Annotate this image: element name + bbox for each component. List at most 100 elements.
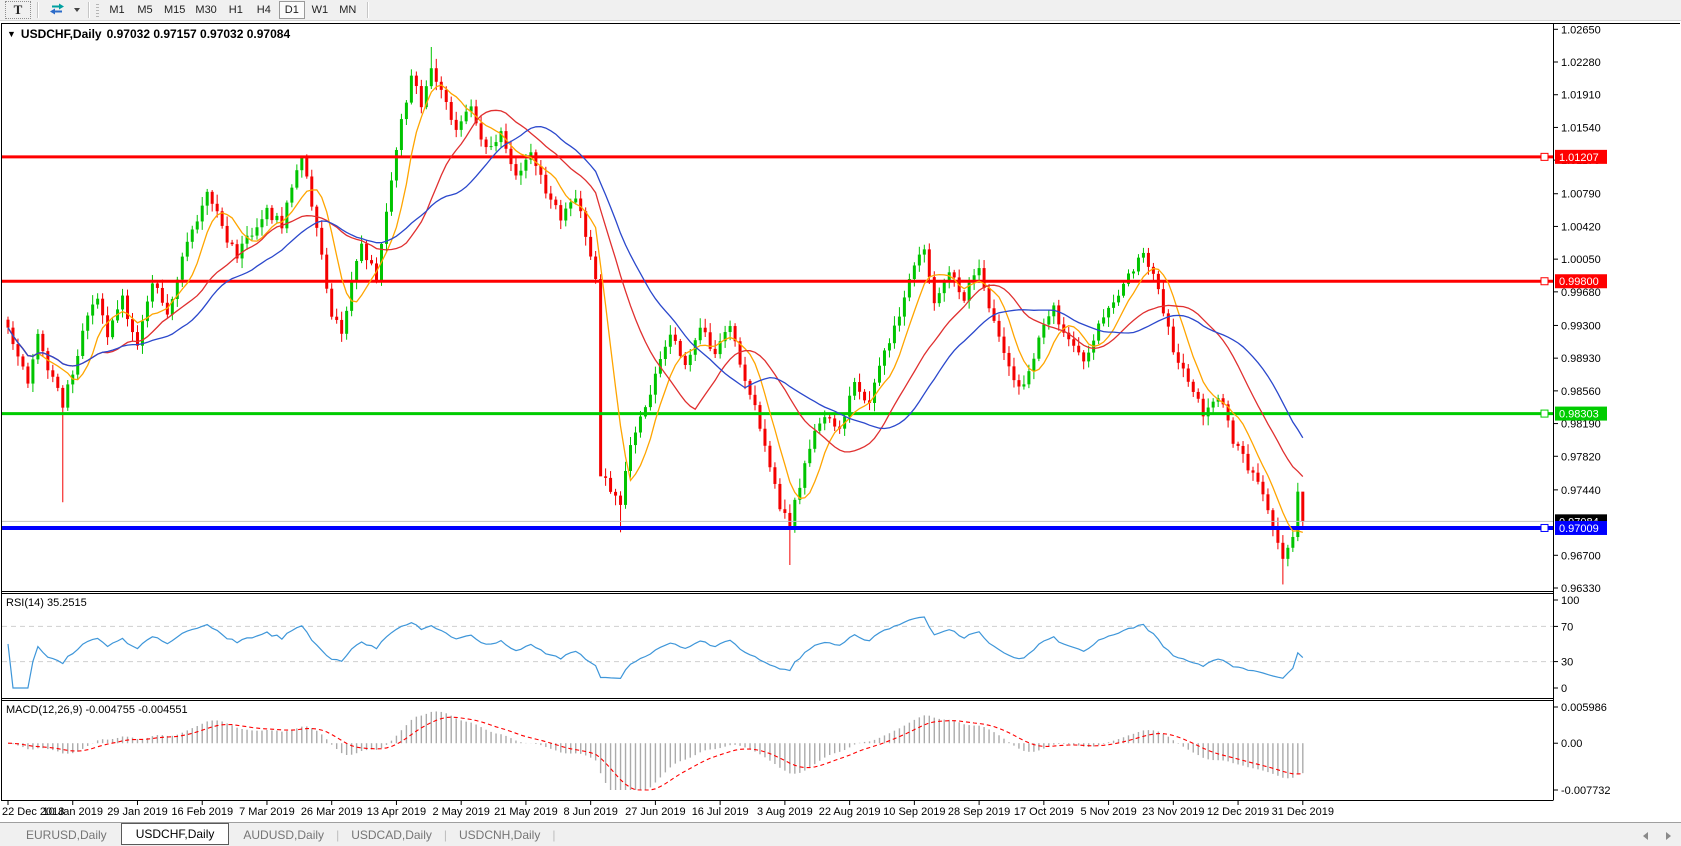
- candle-body: [649, 395, 652, 407]
- candle-body: [141, 321, 144, 346]
- toolbar-dropdown-caret[interactable]: [71, 1, 82, 19]
- candle-body: [644, 407, 647, 416]
- timeframe-button-d1[interactable]: D1: [279, 1, 305, 19]
- candle-body: [455, 120, 458, 130]
- candle-body: [1152, 267, 1155, 274]
- swap-arrows-icon-button[interactable]: [45, 1, 69, 19]
- text-tool-button[interactable]: T: [5, 1, 31, 19]
- candle-body: [465, 112, 468, 122]
- candle-body: [1112, 302, 1115, 307]
- toolbar-separator: [88, 2, 90, 18]
- candle-body: [569, 202, 572, 208]
- chart-tab-usdcad[interactable]: USDCAD,Daily: [337, 825, 446, 845]
- candle-body: [251, 236, 254, 237]
- price-badge-label: 0.99800: [1559, 276, 1599, 288]
- candle-body: [634, 433, 637, 446]
- candle-body: [415, 76, 418, 86]
- candle-body: [893, 326, 896, 344]
- swap-arrows-icon: [49, 1, 65, 20]
- candle-body: [1132, 271, 1135, 273]
- line-drag-handle[interactable]: [1541, 153, 1548, 160]
- tab-scroll-right-icon[interactable]: [1666, 832, 1671, 840]
- rsi-line: [8, 617, 1303, 688]
- macd-tick-label: -0.007732: [1561, 785, 1611, 797]
- candle-body: [883, 350, 886, 365]
- candle-body: [51, 370, 54, 376]
- candle-body: [808, 449, 811, 463]
- candle-body: [1147, 253, 1150, 267]
- date-tick-label: 8 Jun 2019: [563, 806, 617, 818]
- date-tick-label: 10 Jan 2019: [42, 806, 103, 818]
- candle-body: [36, 334, 39, 359]
- price-tick-label: 1.00790: [1561, 189, 1601, 201]
- timeframe-button-w1[interactable]: W1: [307, 1, 333, 19]
- timeframe-button-h4[interactable]: H4: [251, 1, 277, 19]
- candle-body: [131, 319, 134, 332]
- timeframe-button-m15[interactable]: M15: [160, 1, 189, 19]
- candle-body: [445, 90, 448, 102]
- line-drag-handle[interactable]: [1541, 278, 1548, 285]
- line-drag-handle[interactable]: [1541, 524, 1548, 531]
- candle-body: [699, 328, 702, 340]
- timeframe-button-m5[interactable]: M5: [132, 1, 158, 19]
- candle-body: [480, 123, 483, 139]
- candle-body: [151, 283, 154, 301]
- candle-body: [898, 317, 901, 326]
- candle-body: [355, 261, 358, 281]
- candle-body: [81, 331, 84, 356]
- candle-body: [589, 237, 592, 257]
- price-tick-label: 1.01910: [1561, 90, 1601, 102]
- candle-body: [749, 381, 752, 395]
- tab-scroll-left-icon[interactable]: [1643, 832, 1648, 840]
- candle-body: [340, 320, 343, 334]
- price-tick-label: 0.96700: [1561, 550, 1601, 562]
- candle-body: [335, 317, 338, 320]
- toolbar-grip-handle[interactable]: [96, 4, 99, 17]
- price-chart[interactable]: 1.026501.022801.019101.015401.011701.007…: [0, 0, 1681, 846]
- candle-body: [345, 311, 348, 334]
- chart-tab-audusd[interactable]: AUDUSD,Daily: [229, 825, 338, 845]
- candle-body: [350, 281, 353, 311]
- candle-body: [1212, 402, 1215, 408]
- candle-body: [211, 192, 214, 204]
- macd-indicator-label: MACD(12,26,9) -0.004755 -0.004551: [6, 704, 188, 716]
- chart-tab-usdchf[interactable]: USDCHF,Daily: [121, 823, 230, 845]
- candle-body: [1142, 253, 1145, 258]
- candle-body: [928, 249, 931, 277]
- candle-body: [21, 356, 24, 366]
- candle-body: [96, 299, 99, 305]
- candle-body: [793, 500, 796, 528]
- candle-body: [689, 355, 692, 365]
- candle-body: [1017, 380, 1020, 386]
- candle-body: [186, 242, 189, 257]
- timeframe-button-h1[interactable]: H1: [223, 1, 249, 19]
- candle-body: [624, 471, 627, 505]
- candle-body: [614, 492, 617, 496]
- candle-body: [679, 341, 682, 356]
- candle-body: [300, 158, 303, 170]
- symbol-dropdown-icon[interactable]: ▼: [7, 28, 16, 40]
- candle-body: [231, 243, 234, 245]
- chart-tab-usdcnh[interactable]: USDCNH,Daily: [445, 825, 554, 845]
- date-tick-label: 26 Mar 2019: [301, 806, 363, 818]
- candle-body: [1012, 366, 1015, 380]
- timeframe-button-m30[interactable]: M30: [191, 1, 220, 19]
- candle-body: [385, 212, 388, 244]
- candle-body: [435, 68, 438, 82]
- candle-body: [1192, 382, 1195, 392]
- line-drag-handle[interactable]: [1541, 410, 1548, 417]
- macd-tick-label: 0.005986: [1561, 702, 1607, 714]
- timeframe-button-m1[interactable]: M1: [104, 1, 130, 19]
- candle-body: [26, 366, 29, 383]
- candle-body: [763, 429, 766, 446]
- candle-body: [121, 296, 124, 310]
- timeframe-button-mn[interactable]: MN: [335, 1, 361, 19]
- candle-body: [450, 102, 453, 120]
- candle-body: [1182, 363, 1185, 369]
- date-tick-label: 5 Nov 2019: [1080, 806, 1136, 818]
- chart-tab-eurusd[interactable]: EURUSD,Daily: [12, 825, 121, 845]
- chart-symbol-label: USDCHF,Daily: [21, 27, 102, 41]
- candle-body: [1301, 492, 1304, 522]
- date-tick-label: 2 May 2019: [432, 806, 489, 818]
- candle-body: [460, 121, 463, 130]
